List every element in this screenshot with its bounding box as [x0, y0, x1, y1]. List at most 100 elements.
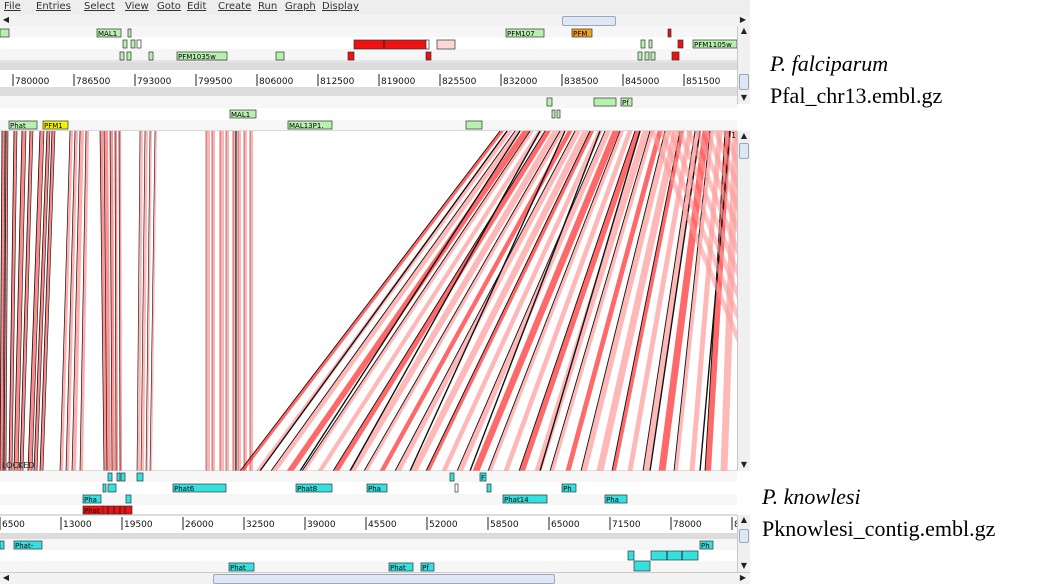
ruler-tick-label: 71500: [612, 520, 641, 530]
gene-label: Phat: [230, 564, 246, 572]
menu-create[interactable]: Create: [218, 0, 251, 14]
ruler-tick-label: 52000: [429, 520, 458, 530]
scroll-left-arrow-icon[interactable]: ◀: [1, 573, 11, 583]
match-band[interactable]: [226, 131, 229, 471]
gene-label: Phat: [10, 122, 26, 130]
scroll-up-arrow-icon[interactable]: ▲: [739, 131, 749, 141]
gene-label: Pha: [606, 496, 619, 504]
gene-label: MAL1: [98, 30, 117, 38]
gene-label: Phat: [390, 564, 406, 572]
menu-select[interactable]: Select: [84, 0, 115, 14]
gene-label: Pf: [422, 564, 429, 572]
ruler-tick-label: 65000: [551, 520, 580, 530]
ruler-tick-label: 845000: [625, 77, 660, 87]
ruler-tick-label: 6500: [2, 520, 25, 530]
gene-label: Phat6: [174, 485, 195, 493]
comparison-vertical-scrollbar[interactable]: ▲ ▼: [737, 131, 750, 471]
menu-display[interactable]: Display: [322, 0, 359, 14]
top-lower-feature-tracks: Pf MAL1 Phat PFM1 MAL13P1.: [0, 88, 737, 132]
gene-label: Pf: [622, 99, 629, 107]
gene-label: PFM1105w: [694, 41, 732, 49]
gene-label: Phat14: [504, 496, 529, 504]
gene-label: F: [481, 474, 485, 482]
lock-status: LOCKED: [2, 461, 35, 470]
menu-view[interactable]: View: [125, 0, 149, 14]
gene-label: Phat-: [15, 542, 34, 550]
scroll-down-arrow-icon[interactable]: ▼: [739, 93, 749, 103]
top-file-name: Pfal_chr13.embl.gz: [770, 83, 943, 108]
scroll-down-arrow-icon[interactable]: ▼: [739, 460, 749, 470]
scroll-left-arrow-icon[interactable]: ◀: [1, 15, 11, 25]
match-band[interactable]: [238, 131, 241, 471]
ruler-tick-label: 832000: [503, 77, 538, 87]
ruler-tick-label: 32500: [246, 520, 275, 530]
ruler-tick-label: 78000: [673, 520, 702, 530]
bottom-lower-feature-tracks: Phat- Ph Phat Phat Pf: [0, 539, 737, 572]
menu-run[interactable]: Run: [258, 0, 277, 14]
ruler-tick-label: 812500: [320, 77, 355, 87]
panel-marker: 1: [731, 131, 736, 140]
scrollbar-thumb[interactable]: [739, 143, 749, 159]
gene-label: MAL13P1.: [289, 122, 324, 130]
menu-edit[interactable]: Edit: [187, 0, 206, 14]
scroll-right-arrow-icon[interactable]: ▶: [738, 573, 748, 583]
menu-file[interactable]: File: [4, 0, 21, 14]
comparison-panel: LOCKED 1: [0, 130, 750, 472]
scrollbar-thumb[interactable]: [739, 529, 749, 543]
ruler-tick-label: 26000: [185, 520, 214, 530]
match-band[interactable]: [244, 131, 247, 471]
bottom-vertical-scrollbar[interactable]: ▲ ▼: [737, 515, 750, 572]
gene-label: PFM1: [44, 122, 63, 130]
ruler-tick-label: 793000: [137, 77, 172, 87]
ruler-tick-label: 786500: [76, 77, 111, 87]
ruler-tick-label: 819000: [381, 77, 416, 87]
comparison-view: MAL1 PFM107 PFM PFM1105w PFM1035w 780000…: [0, 26, 750, 572]
match-band[interactable]: [220, 131, 224, 471]
bottom-feature-tracks: F Phat6 Phat8 Pha Ph Pha Phat14 Pha Phat: [0, 471, 737, 515]
scroll-up-arrow-icon[interactable]: ▲: [739, 26, 749, 36]
ruler-tick-label: 799500: [198, 77, 233, 87]
gene-label: Phat: [84, 507, 100, 515]
gene-label: Phat8: [297, 485, 317, 493]
gene-label: Ph: [563, 485, 572, 493]
ruler-tick-label: 19500: [124, 520, 153, 530]
menu-bar: File Entries Select View Goto Edit Creat…: [0, 0, 750, 16]
gene-label: PFM107: [507, 30, 535, 38]
scrollbar-thumb[interactable]: [739, 74, 749, 90]
top-vertical-scrollbar[interactable]: ▲ ▼: [737, 26, 750, 104]
match-band[interactable]: [206, 131, 210, 471]
ruler-tick-label: 806000: [259, 77, 294, 87]
ruler-tick-label: 838500: [564, 77, 599, 87]
gene-label: PFM1035w: [178, 53, 216, 61]
bottom-horizontal-scrollbar[interactable]: ◀ ▶: [0, 572, 750, 584]
match-band[interactable]: [250, 131, 253, 471]
menu-graph[interactable]: Graph: [285, 0, 316, 14]
ruler-tick-label: 13000: [63, 520, 92, 530]
gene-label: Pha: [84, 496, 97, 504]
ruler-tick-label: 825500: [442, 77, 477, 87]
bottom-ruler: 6500 13000 19500 26000 32500 39000 45500 52000 5…: [0, 514, 746, 539]
scroll-up-arrow-icon[interactable]: ▲: [739, 515, 749, 525]
gene-label: MAL1: [231, 111, 250, 119]
top-ruler: 780000 786500 793000 799500 806000 812500 8190…: [0, 62, 737, 89]
match-band[interactable]: [212, 131, 215, 471]
bottom-file-name: Pknowlesi_contig.embl.gz: [762, 516, 996, 541]
scroll-down-arrow-icon[interactable]: ▼: [739, 561, 749, 571]
gene-label: Ph: [701, 542, 710, 550]
ruler-tick-label: 58500: [490, 520, 519, 530]
top-feature-tracks: MAL1 PFM107 PFM PFM1105w PFM1035w: [0, 26, 738, 62]
top-species-name: P. falciparum: [770, 51, 889, 76]
ruler-tick-label: 45500: [368, 520, 397, 530]
gene-feature[interactable]: [353, 39, 427, 50]
menu-entries[interactable]: Entries: [36, 0, 71, 14]
ruler-tick-label: 851500: [686, 77, 721, 87]
scroll-right-arrow-icon[interactable]: ▶: [738, 15, 748, 25]
gene-label: Pha: [368, 485, 381, 493]
ruler-tick-label: 780000: [15, 77, 50, 87]
ruler-tick-label: 39000: [307, 520, 336, 530]
bottom-species-name: P. knowlesi: [762, 484, 861, 509]
scrollbar-thumb[interactable]: [562, 16, 616, 26]
gene-label: PFM: [573, 30, 587, 38]
act-window: File Entries Select View Goto Edit Creat…: [0, 0, 1047, 584]
menu-goto[interactable]: Goto: [157, 0, 181, 14]
